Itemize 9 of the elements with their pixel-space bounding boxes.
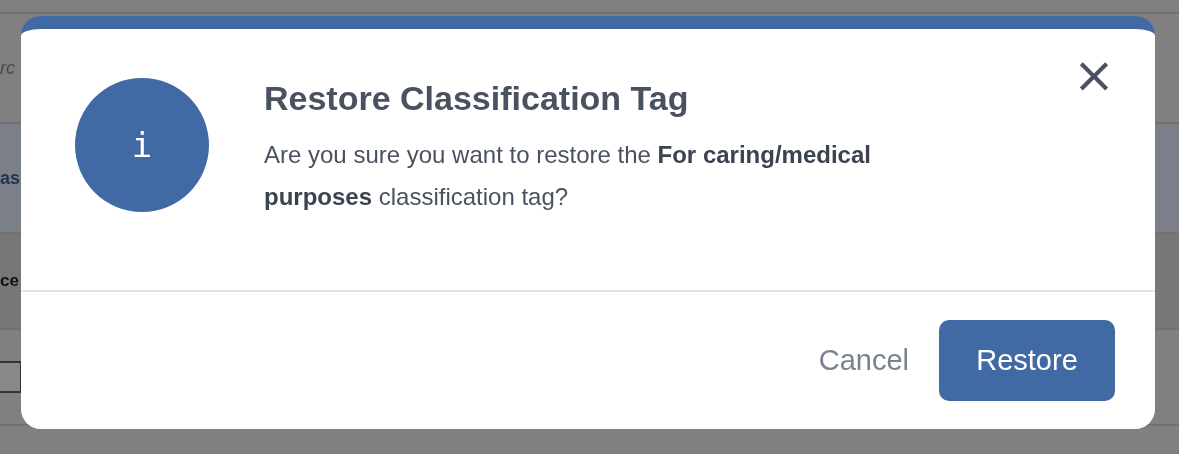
column-header: ce: [0, 271, 19, 291]
restore-button[interactable]: Restore: [939, 320, 1115, 401]
cancel-button[interactable]: Cancel: [818, 344, 909, 377]
page-heading: as: [0, 167, 21, 189]
info-icon: i: [75, 78, 209, 212]
row-checkbox[interactable]: [0, 361, 22, 393]
dialog-title: Restore Classification Tag: [264, 79, 690, 118]
dialog-message: Are you sure you want to restore the For caring/medical purposes classification tag?: [264, 140, 872, 212]
close-button[interactable]: ×: [1073, 55, 1115, 95]
